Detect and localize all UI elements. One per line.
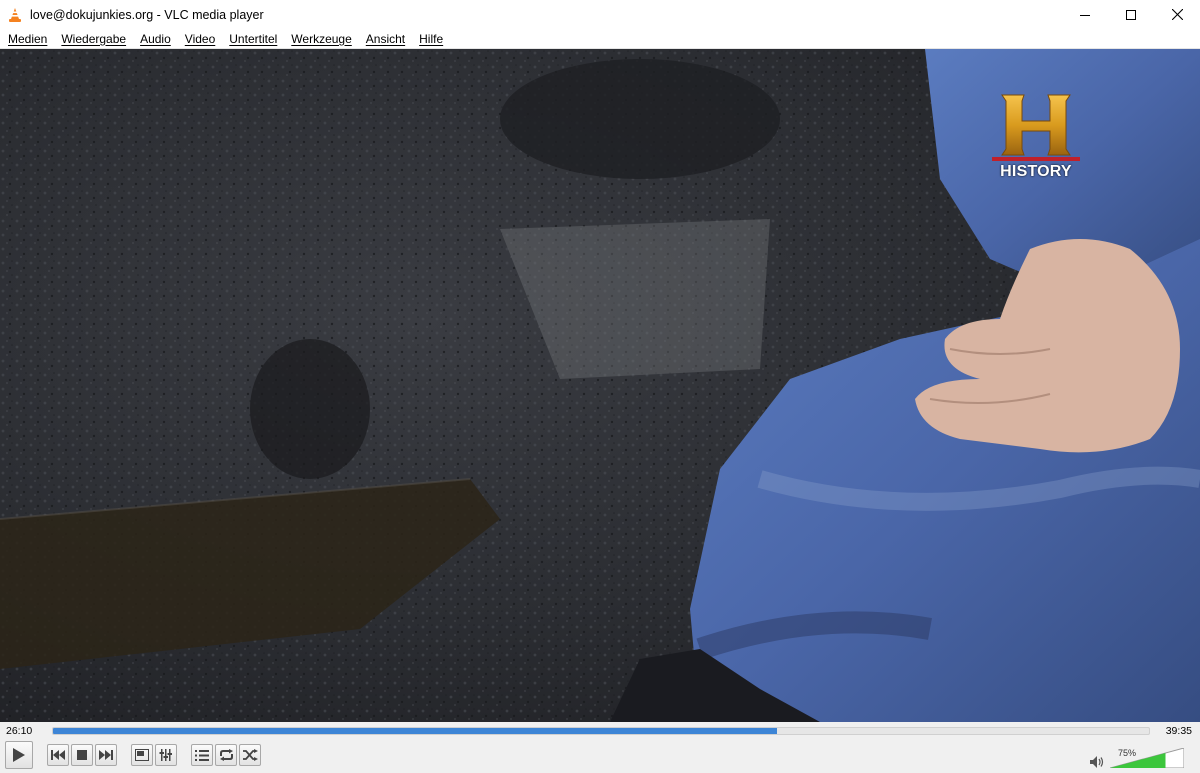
title-bar: love@dokujunkies.org - VLC media player — [0, 0, 1200, 29]
next-button[interactable] — [95, 744, 117, 766]
menu-wiedergabe[interactable]: Wiedergabe — [54, 32, 133, 46]
history-channel-logo: HISTORY — [992, 91, 1080, 186]
previous-icon — [51, 750, 65, 760]
volume-label: 75% — [1118, 748, 1137, 758]
minimize-button[interactable] — [1062, 0, 1108, 29]
seek-progress — [53, 728, 778, 734]
close-icon — [1171, 9, 1183, 20]
fullscreen-icon — [135, 749, 149, 761]
menu-medien[interactable]: Medien — [0, 32, 54, 46]
menu-werkzeuge[interactable]: Werkzeuge — [284, 32, 358, 46]
maximize-icon — [1126, 9, 1136, 20]
vlc-cone-icon[interactable] — [8, 7, 22, 23]
loop-icon — [219, 749, 233, 761]
total-time[interactable]: 39:35 — [1166, 725, 1192, 737]
menu-bar: Medien Wiedergabe Audio Video Untertitel… — [0, 29, 1200, 49]
extended-settings-icon — [159, 749, 172, 761]
seek-row: 26:10 39:35 — [0, 722, 1200, 740]
menu-untertitel[interactable]: Untertitel — [222, 32, 284, 46]
video-area[interactable]: HISTORY — [0, 49, 1200, 722]
playlist-button[interactable] — [191, 744, 213, 766]
elapsed-time: 26:10 — [6, 725, 33, 737]
menu-video[interactable]: Video — [178, 32, 222, 46]
menu-audio[interactable]: Audio — [133, 32, 178, 46]
minimize-icon — [1080, 14, 1090, 16]
menu-ansicht[interactable]: Ansicht — [359, 32, 412, 46]
control-bar: 75% — [0, 740, 1200, 772]
seek-slider[interactable] — [52, 727, 1150, 735]
stop-button[interactable] — [71, 744, 93, 766]
previous-button[interactable] — [47, 744, 69, 766]
fullscreen-button[interactable] — [131, 744, 153, 766]
play-icon — [13, 748, 25, 762]
menu-hilfe[interactable]: Hilfe — [412, 32, 450, 46]
shuffle-button[interactable] — [239, 744, 261, 766]
loop-button[interactable] — [215, 744, 237, 766]
mute-button[interactable] — [1090, 755, 1104, 773]
stop-icon — [77, 750, 87, 760]
shuffle-icon — [242, 749, 258, 761]
next-icon — [99, 750, 113, 760]
speaker-icon — [1090, 756, 1104, 768]
play-button[interactable] — [5, 741, 33, 769]
history-logo-text: HISTORY — [1000, 163, 1072, 180]
extended-settings-button[interactable] — [155, 744, 177, 766]
maximize-button[interactable] — [1108, 0, 1154, 29]
window-title: love@dokujunkies.org - VLC media player — [30, 7, 264, 22]
close-button[interactable] — [1154, 0, 1200, 29]
playlist-icon — [195, 749, 209, 761]
